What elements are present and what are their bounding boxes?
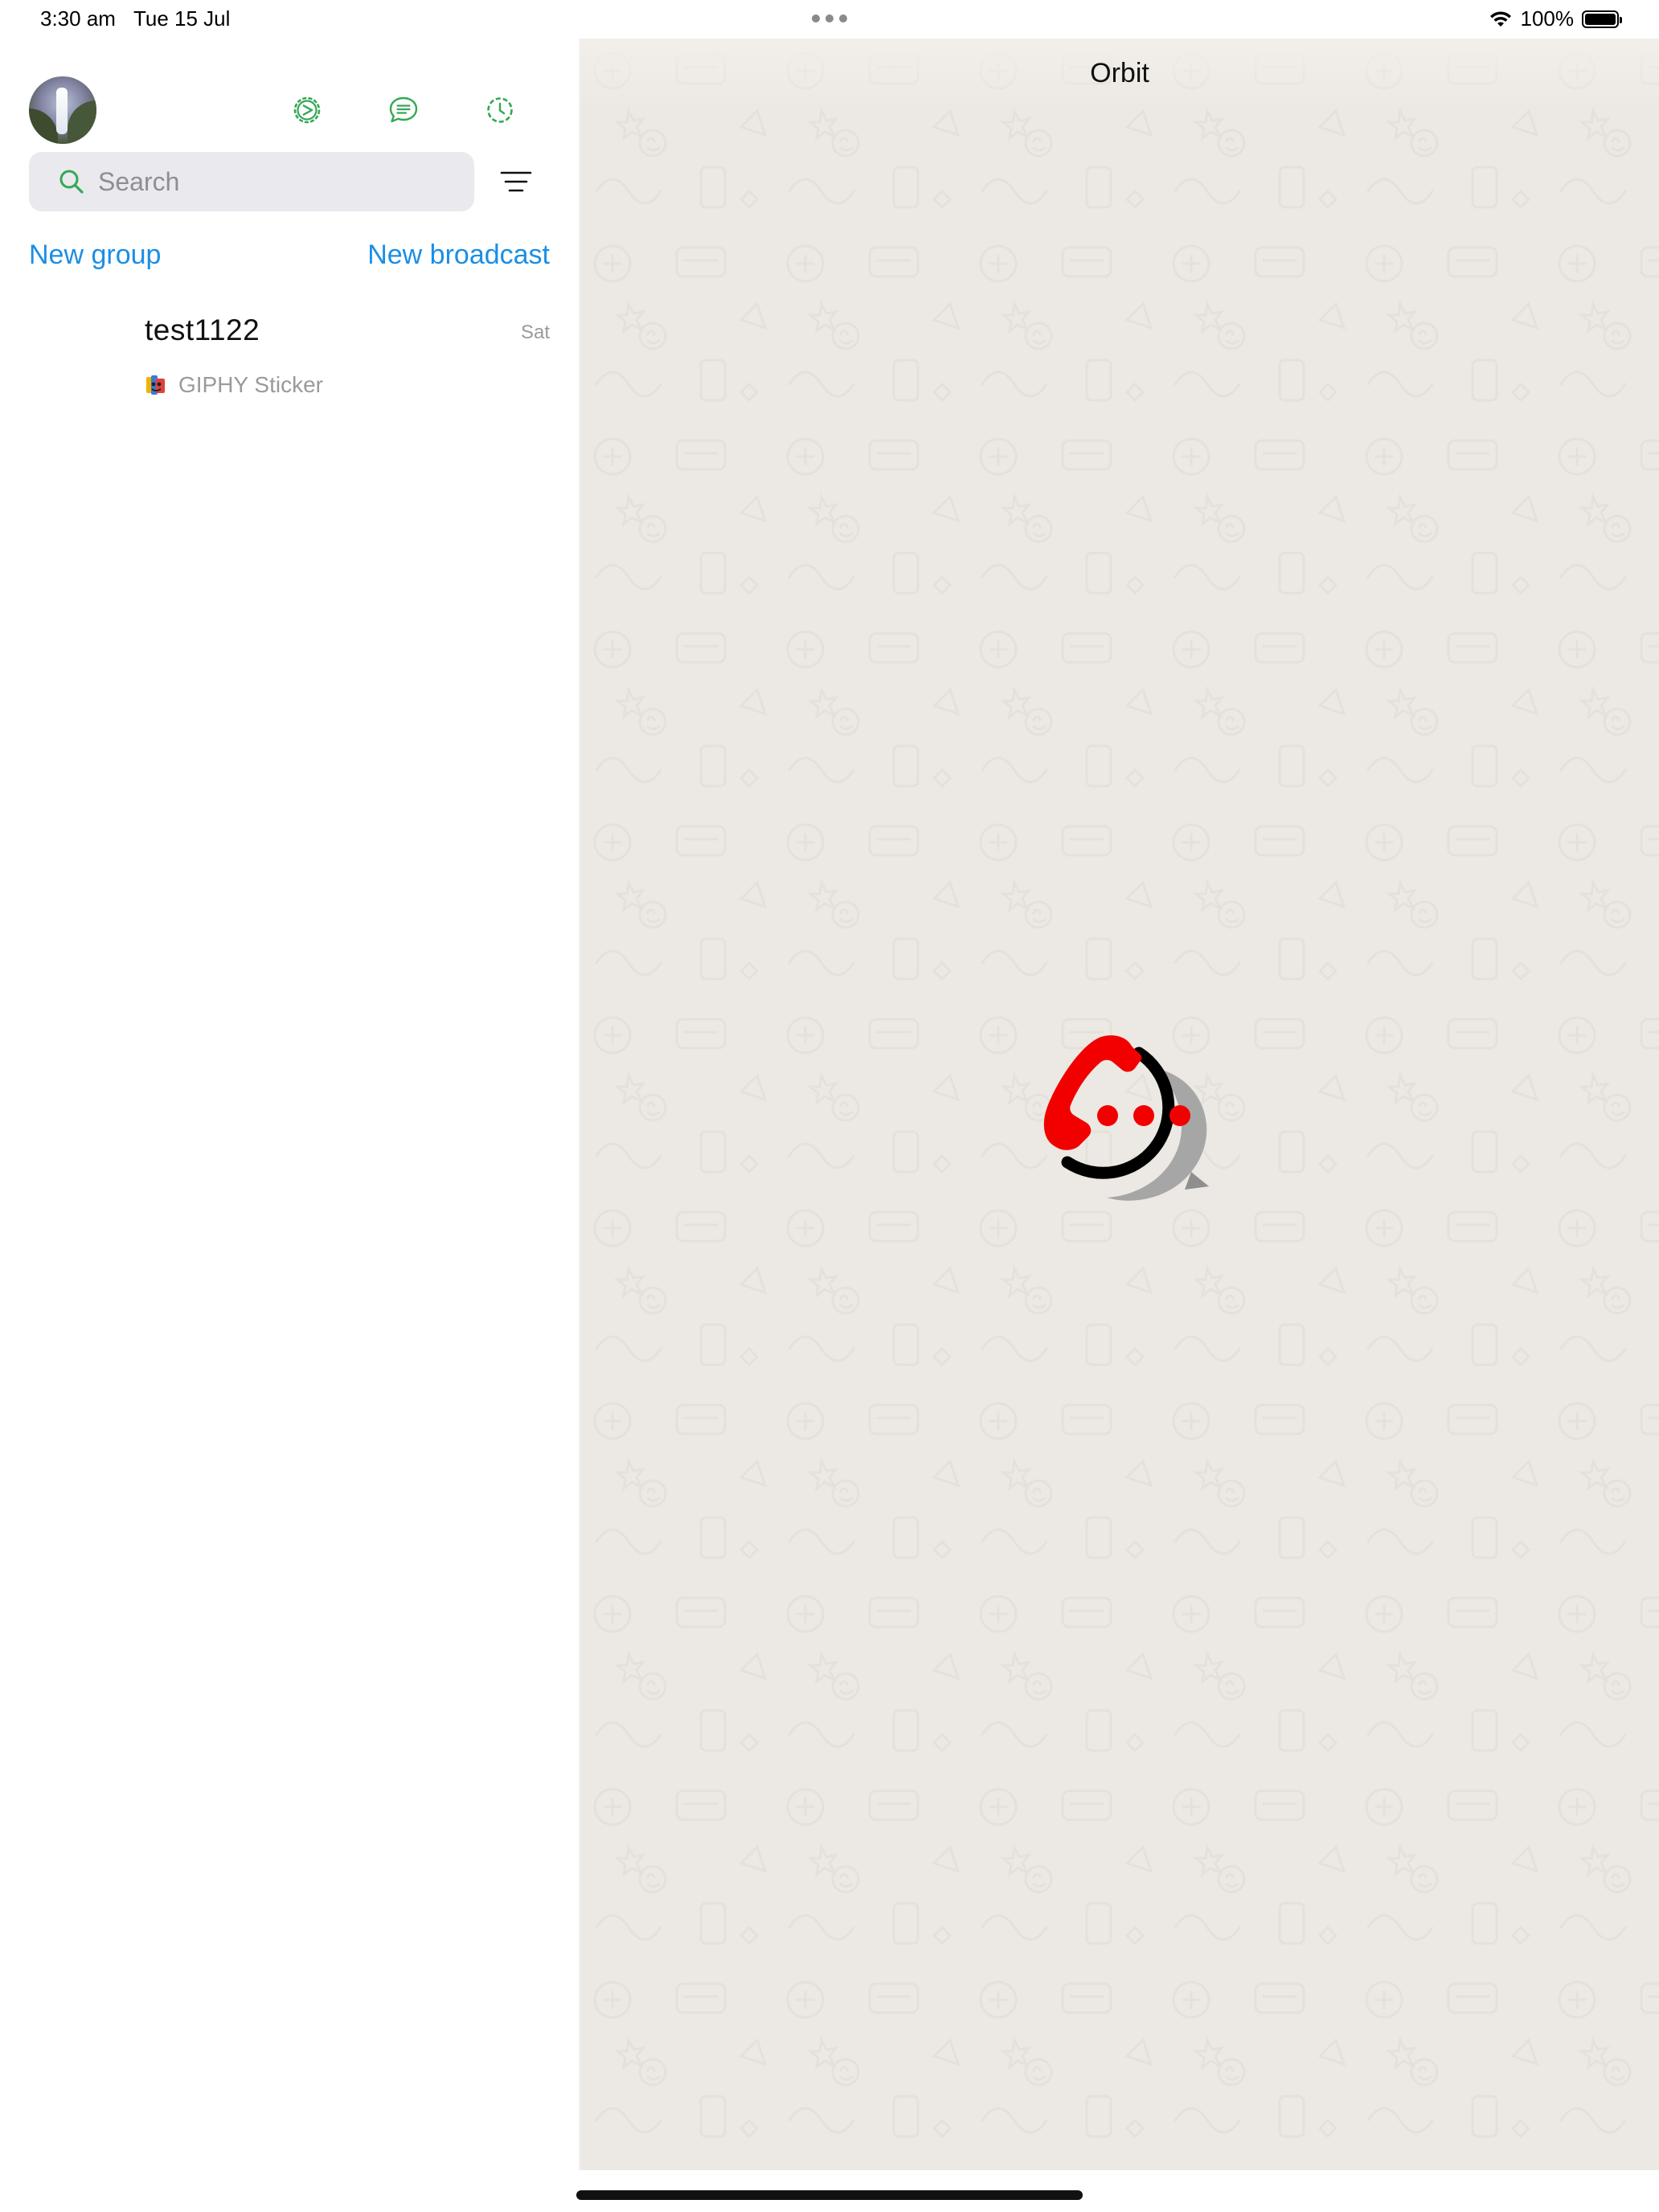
new-group-link[interactable]: New group (29, 240, 161, 271)
status-time: 3:30 am (40, 6, 116, 31)
chat-list-item[interactable]: test1122 Sat GIPHY Sticker (0, 304, 579, 424)
status-left: 3:30 am Tue 15 Jul (40, 6, 230, 31)
battery-percent: 100% (1520, 6, 1575, 31)
settings-icon[interactable] (290, 93, 324, 127)
search-icon (59, 170, 84, 194)
status-icon[interactable] (483, 93, 517, 127)
detail-title: Orbit (1090, 58, 1149, 88)
chats-icon[interactable] (387, 93, 420, 127)
search-bar[interactable] (29, 152, 474, 211)
new-broadcast-link[interactable]: New broadcast (367, 240, 550, 271)
home-indicator[interactable] (576, 2190, 1083, 2200)
avatar[interactable] (29, 76, 96, 144)
chat-list-sidebar: New group New broadcast test1122 Sat GIP… (0, 39, 579, 2212)
sticker-icon (146, 375, 165, 395)
chat-preview: GIPHY Sticker (145, 372, 323, 398)
orbit-logo-icon (1043, 1035, 1209, 1201)
wifi-icon (1489, 10, 1511, 27)
status-bar: 3:30 am Tue 15 Jul 100% (0, 0, 1659, 39)
chat-preview-text: GIPHY Sticker (178, 372, 323, 397)
multitasking-dots-icon[interactable] (812, 14, 847, 23)
filter-icon[interactable] (500, 170, 532, 195)
search-input[interactable] (96, 166, 453, 198)
detail-pane: Orbit (580, 39, 1659, 2170)
battery-icon (1582, 10, 1622, 28)
chat-time: Sat (520, 322, 550, 343)
status-right: 100% (1489, 6, 1622, 31)
status-date: Tue 15 Jul (133, 6, 231, 31)
chat-name: test1122 (145, 313, 260, 346)
